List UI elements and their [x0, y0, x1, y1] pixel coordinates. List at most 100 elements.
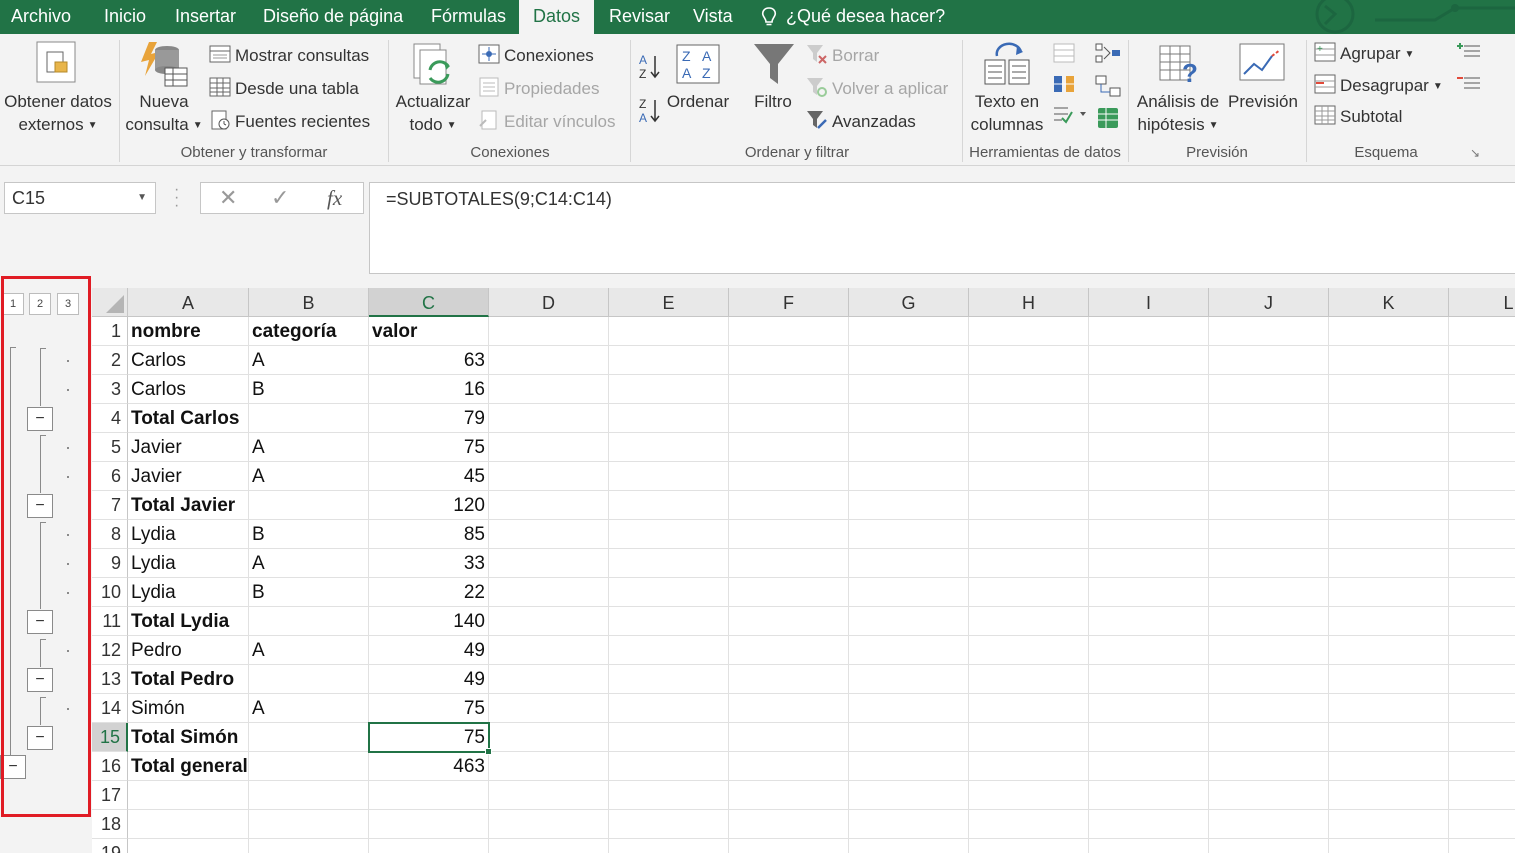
cell-l12[interactable] — [1449, 636, 1515, 665]
cell-g14[interactable] — [849, 694, 969, 723]
cell-j7[interactable] — [1209, 491, 1329, 520]
row-header-1[interactable]: 1 — [92, 317, 128, 346]
cell-b1[interactable]: categoría — [249, 317, 369, 346]
cell-g6[interactable] — [849, 462, 969, 491]
subtotal-button[interactable]: Subtotal — [1314, 105, 1402, 127]
cell-j13[interactable] — [1209, 665, 1329, 694]
cell-e2[interactable] — [609, 346, 729, 375]
show-detail-icon[interactable] — [1456, 40, 1482, 62]
cell-j6[interactable] — [1209, 462, 1329, 491]
row-header-7[interactable]: 7 — [92, 491, 128, 520]
cell-h13[interactable] — [969, 665, 1089, 694]
cell-a5[interactable]: Javier — [128, 433, 249, 462]
cell-g15[interactable] — [849, 723, 969, 752]
tab-insertar[interactable]: Insertar — [175, 0, 236, 34]
cell-b3[interactable]: B — [249, 375, 369, 404]
cell-g3[interactable] — [849, 375, 969, 404]
cell-g16[interactable] — [849, 752, 969, 781]
cell-i13[interactable] — [1089, 665, 1209, 694]
row-header-4[interactable]: 4 — [92, 404, 128, 433]
cell-b6[interactable]: A — [249, 462, 369, 491]
cell-j14[interactable] — [1209, 694, 1329, 723]
cell-i1[interactable] — [1089, 317, 1209, 346]
cancel-entry-icon[interactable]: ✕ — [219, 185, 237, 211]
cell-h3[interactable] — [969, 375, 1089, 404]
tab-diseno-pagina[interactable]: Diseño de página — [263, 0, 403, 34]
dialog-launcher-icon[interactable]: ↘ — [1470, 146, 1480, 160]
cell-i3[interactable] — [1089, 375, 1209, 404]
cell-k3[interactable] — [1329, 375, 1449, 404]
cell-g19[interactable] — [849, 839, 969, 853]
cell-a6[interactable]: Javier — [128, 462, 249, 491]
column-header-a[interactable]: A — [128, 288, 249, 317]
cell-e3[interactable] — [609, 375, 729, 404]
cell-i14[interactable] — [1089, 694, 1209, 723]
cell-c4[interactable]: 79 — [369, 404, 489, 433]
cell-j19[interactable] — [1209, 839, 1329, 853]
cell-d9[interactable] — [489, 549, 609, 578]
cell-b16[interactable] — [249, 752, 369, 781]
cell-i8[interactable] — [1089, 520, 1209, 549]
text-to-columns-button[interactable]: Texto en columnas — [964, 92, 1050, 135]
cell-g7[interactable] — [849, 491, 969, 520]
cell-a13[interactable]: Total Pedro — [128, 665, 249, 694]
cell-c17[interactable] — [369, 781, 489, 810]
cell-f13[interactable] — [729, 665, 849, 694]
cell-f18[interactable] — [729, 810, 849, 839]
tell-me-search[interactable]: ¿Qué desea hacer? — [760, 0, 945, 34]
column-header-b[interactable]: B — [249, 288, 369, 317]
cell-k17[interactable] — [1329, 781, 1449, 810]
cell-f9[interactable] — [729, 549, 849, 578]
formula-bar-grip-icon[interactable]: · · · — [174, 182, 179, 214]
cell-a17[interactable] — [128, 781, 249, 810]
row-header-18[interactable]: 18 — [92, 810, 128, 839]
cell-b11[interactable] — [249, 607, 369, 636]
cell-h19[interactable] — [969, 839, 1089, 853]
cell-d5[interactable] — [489, 433, 609, 462]
cell-j1[interactable] — [1209, 317, 1329, 346]
cell-h9[interactable] — [969, 549, 1089, 578]
cell-h2[interactable] — [969, 346, 1089, 375]
name-box[interactable]: C15 ▼ — [4, 182, 156, 214]
cell-i18[interactable] — [1089, 810, 1209, 839]
cell-d19[interactable] — [489, 839, 609, 853]
row-header-10[interactable]: 10 — [92, 578, 128, 607]
get-external-data-button[interactable]: Obtener datos externos ▼ — [0, 92, 116, 136]
cell-h1[interactable] — [969, 317, 1089, 346]
cell-h10[interactable] — [969, 578, 1089, 607]
cell-f8[interactable] — [729, 520, 849, 549]
row-header-2[interactable]: 2 — [92, 346, 128, 375]
cell-k9[interactable] — [1329, 549, 1449, 578]
row-header-5[interactable]: 5 — [92, 433, 128, 462]
cell-i12[interactable] — [1089, 636, 1209, 665]
show-queries-button[interactable]: Mostrar consultas — [209, 44, 369, 66]
cell-d12[interactable] — [489, 636, 609, 665]
cell-h18[interactable] — [969, 810, 1089, 839]
row-header-3[interactable]: 3 — [92, 375, 128, 404]
cell-l14[interactable] — [1449, 694, 1515, 723]
cell-b2[interactable]: A — [249, 346, 369, 375]
tab-revisar[interactable]: Revisar — [609, 0, 670, 34]
cell-f17[interactable] — [729, 781, 849, 810]
cell-f4[interactable] — [729, 404, 849, 433]
cell-c1[interactable]: valor — [369, 317, 489, 346]
cell-k15[interactable] — [1329, 723, 1449, 752]
row-header-17[interactable]: 17 — [92, 781, 128, 810]
cell-c12[interactable]: 49 — [369, 636, 489, 665]
cell-i6[interactable] — [1089, 462, 1209, 491]
cell-i10[interactable] — [1089, 578, 1209, 607]
cell-e13[interactable] — [609, 665, 729, 694]
cell-h4[interactable] — [969, 404, 1089, 433]
cell-b15[interactable] — [249, 723, 369, 752]
cell-j2[interactable] — [1209, 346, 1329, 375]
reapply-filter-button[interactable]: Volver a aplicar — [806, 77, 948, 99]
tab-inicio[interactable]: Inicio — [104, 0, 146, 34]
cell-k7[interactable] — [1329, 491, 1449, 520]
tab-vista[interactable]: Vista — [693, 0, 733, 34]
cell-k6[interactable] — [1329, 462, 1449, 491]
cell-i19[interactable] — [1089, 839, 1209, 853]
cell-h7[interactable] — [969, 491, 1089, 520]
cell-b8[interactable]: B — [249, 520, 369, 549]
row-header-16[interactable]: 16 — [92, 752, 128, 781]
cell-j3[interactable] — [1209, 375, 1329, 404]
